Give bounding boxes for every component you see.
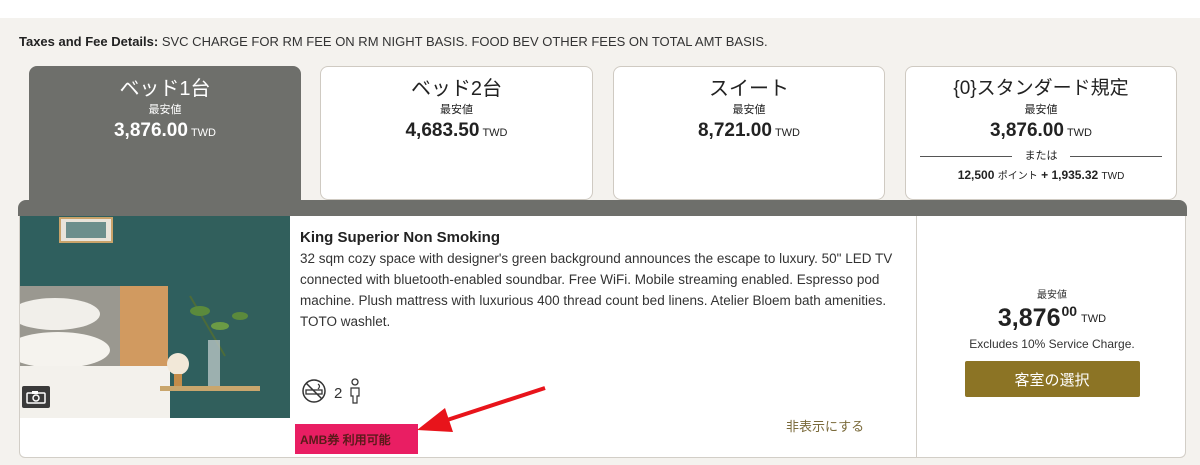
tab-name: ベッド2台 [410, 78, 503, 100]
amb-voucher-badge: AMB券 利用可能 [295, 424, 418, 454]
hide-details-link[interactable]: 非表示にする [786, 416, 864, 435]
price-amount: 3,87600 TWD [997, 303, 1107, 332]
tab-lowest-label: 最安値 [732, 104, 766, 116]
tab-lowest-label: 最安値 [148, 104, 182, 116]
or-divider: または [920, 149, 1162, 163]
tab-two-beds[interactable]: ベッド2台 最安値 4,683.50 TWD [320, 66, 593, 200]
price-panel: 最安値 3,87600 TWD Excludes 10% Service Char… [917, 216, 1187, 456]
tab-standard-rate[interactable]: {0}スタンダード規定 最安値 3,876.00 TWD または 12,500 ポ… [905, 66, 1177, 200]
tab-name: ベッド1台 [119, 78, 211, 100]
occupancy-count: 2 [334, 384, 343, 402]
tax-fee-details: Taxes and Fee Details: SVC CHARGE FOR RM… [19, 34, 768, 49]
room-amenities: 2 [300, 378, 362, 408]
select-room-button[interactable]: 客室の選択 [964, 361, 1140, 397]
tab-name: スイート [709, 78, 789, 100]
tab-suite[interactable]: スイート 最安値 8,721.00 TWD [613, 66, 885, 200]
no-smoking-icon [300, 378, 328, 408]
tab-price: 3,876.00 TWD [989, 120, 1092, 141]
camera-icon[interactable] [22, 386, 50, 408]
tab-price: 8,721.00 TWD [697, 120, 800, 141]
tab-name: {0}スタンダード規定 [953, 78, 1129, 99]
tax-text: SVC CHARGE FOR RM FEE ON RM NIGHT BASIS.… [161, 34, 768, 49]
tax-label: Taxes and Fee Details: [19, 34, 159, 49]
person-icon [348, 378, 362, 408]
tab-price: 4,683.50 TWD [405, 120, 508, 141]
price-lowest-label: 最安値 [1037, 290, 1067, 301]
tab-lowest-label: 最安値 [1024, 104, 1058, 116]
room-photo[interactable] [20, 216, 290, 418]
tab-price: 3,876.00 TWD [113, 120, 216, 141]
active-tab-bar [18, 200, 1187, 216]
tab-one-bed[interactable]: ベッド1台 最安値 3,876.00 TWD [29, 66, 301, 216]
annotation-arrow [417, 386, 546, 432]
room-card: King Superior Non Smoking 32 sqm cozy sp… [19, 216, 1186, 458]
points-combo: 12,500 ポイント + 1,935.32 TWD [957, 168, 1125, 182]
service-charge-note: Excludes 10% Service Charge. [969, 337, 1135, 351]
room-photo-illustration [20, 216, 290, 418]
room-description: 32 sqm cozy space with designer's green … [300, 251, 893, 329]
tab-lowest-label: 最安値 [440, 104, 473, 116]
room-title: King Superior Non Smoking [300, 229, 501, 246]
